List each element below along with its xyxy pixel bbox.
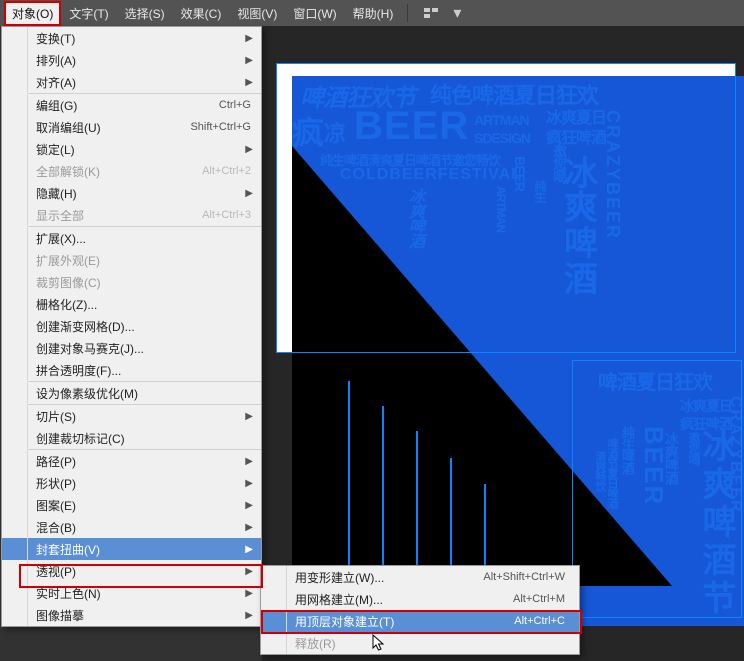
chevron-right-icon: ▶: [245, 588, 261, 599]
menu-item[interactable]: 切片(S)▶: [2, 405, 261, 427]
chevron-right-icon: ▶: [245, 456, 261, 467]
canvas-text: 凉: [324, 116, 345, 148]
chevron-right-icon: ▶: [245, 411, 261, 422]
canvas-text: ARTMAN: [474, 112, 529, 128]
menu-help[interactable]: 帮助(H): [345, 1, 402, 26]
menu-item[interactable]: 创建渐变网格(D)...: [2, 315, 261, 337]
object-menu: 变换(T)▶排列(A)▶对齐(A)▶编组(G)Ctrl+G取消编组(U)Shif…: [1, 26, 262, 627]
menu-item[interactable]: 排列(A)▶: [2, 49, 261, 71]
menu-item[interactable]: 锁定(L)▶: [2, 138, 261, 160]
menu-item[interactable]: 实时上色(N)▶: [2, 582, 261, 604]
canvas-text: 疯: [292, 108, 323, 154]
chevron-right-icon: ▶: [245, 544, 261, 555]
canvas-text: BEER: [354, 104, 469, 149]
cursor-icon: [372, 634, 386, 657]
menu-item: 全部解锁(K)Alt+Ctrl+2: [2, 160, 261, 182]
canvas-text: 啤: [692, 504, 741, 537]
menu-item[interactable]: 变换(T)▶: [2, 27, 261, 49]
menu-item[interactable]: 用顶层对象建立(T)Alt+Ctrl+C: [261, 610, 579, 632]
menu-item[interactable]: 封套扭曲(V)▶: [2, 538, 261, 560]
canvas-text: 冰: [692, 428, 741, 461]
canvas-text: 邀您喝: [550, 144, 570, 183]
canvas-text: 爽: [692, 466, 741, 499]
envelope-distort-submenu: 用变形建立(W)...Alt+Shift+Ctrl+W用网格建立(M)...Al…: [260, 565, 580, 655]
canvas-text: 纯生: [532, 180, 549, 202]
menu-item[interactable]: 对齐(A)▶: [2, 71, 261, 93]
chevron-right-icon: ▶: [245, 33, 261, 44]
chevron-right-icon: ▶: [245, 144, 261, 155]
chevron-right-icon: ▶: [245, 77, 261, 88]
menu-item[interactable]: 扩展(X)...: [2, 227, 261, 249]
canvas-text: 纯生啤酒: [618, 426, 637, 474]
chevron-right-icon: ▶: [245, 566, 261, 577]
menu-item[interactable]: 拼合透明度(F)...: [2, 359, 261, 381]
menu-item[interactable]: 用变形建立(W)...Alt+Shift+Ctrl+W: [261, 566, 579, 588]
canvas-text: 冰爽夏日: [680, 396, 732, 416]
menu-window[interactable]: 窗口(W): [285, 1, 344, 26]
menu-item[interactable]: 栅格化(Z)...: [2, 293, 261, 315]
canvas-text: COLDBEERFESTIVAL: [340, 166, 522, 184]
menu-item[interactable]: 创建对象马赛克(J)...: [2, 337, 261, 359]
chevron-right-icon: ▶: [245, 522, 261, 533]
menu-item: 显示全部Alt+Ctrl+3: [2, 204, 261, 226]
menu-item[interactable]: 透视(P)▶: [2, 560, 261, 582]
canvas-text: BEER: [638, 426, 669, 506]
menu-type[interactable]: 文字(T): [61, 1, 116, 26]
menu-item[interactable]: 图案(E)▶: [2, 494, 261, 516]
canvas-text: 酒: [692, 542, 741, 575]
canvas-text: SDESIGN: [474, 130, 530, 146]
menu-item[interactable]: 用网格建立(M)...Alt+Ctrl+M: [261, 588, 579, 610]
menu-item[interactable]: 设为像素级优化(M): [2, 382, 261, 404]
menu-item[interactable]: 形状(P)▶: [2, 472, 261, 494]
menu-item[interactable]: 取消编组(U)Shift+Ctrl+G: [2, 116, 261, 138]
chevron-right-icon: ▶: [245, 188, 261, 199]
menu-item[interactable]: 创建裁切标记(C): [2, 427, 261, 449]
menu-item: 释放(R): [261, 632, 579, 654]
canvas-text: 啤酒夏日狂欢: [598, 366, 712, 395]
chevron-right-icon: ▶: [245, 478, 261, 489]
menu-item[interactable]: 隐藏(H)▶: [2, 182, 261, 204]
menu-object[interactable]: 对象(O): [4, 1, 61, 26]
chevron-right-icon: ▶: [245, 610, 261, 621]
menubar-divider: [407, 4, 408, 22]
menu-item[interactable]: 编组(G)Ctrl+G: [2, 94, 261, 116]
chevron-down-icon[interactable]: ▾: [448, 5, 466, 21]
layout-dropdown-icon[interactable]: [422, 5, 440, 21]
menu-effect[interactable]: 效果(C): [173, 1, 230, 26]
menu-item: 扩展外观(E): [2, 249, 261, 271]
canvas-text: BEER: [512, 156, 528, 191]
canvas-text: 酒: [564, 252, 597, 301]
canvas-text: 冰爽啤酒: [402, 188, 426, 248]
menu-item: 裁剪图像(C): [2, 271, 261, 293]
menu-select[interactable]: 选择(S): [117, 1, 173, 26]
menu-item[interactable]: 图像描摹▶: [2, 604, 261, 626]
canvas-text: ARTMAN: [494, 186, 508, 232]
menu-item[interactable]: 混合(B)▶: [2, 516, 261, 538]
menu-view[interactable]: 视图(V): [229, 1, 285, 26]
chevron-right-icon: ▶: [245, 55, 261, 66]
chevron-right-icon: ▶: [245, 500, 261, 511]
menubar: 对象(O) 文字(T) 选择(S) 效果(C) 视图(V) 窗口(W) 帮助(H…: [0, 0, 744, 26]
canvas-text: 节: [692, 580, 741, 613]
menu-item[interactable]: 路径(P)▶: [2, 450, 261, 472]
canvas-text: CRAZYBEER: [602, 110, 623, 240]
canvas-text: 清爽畅饮: [592, 451, 608, 491]
